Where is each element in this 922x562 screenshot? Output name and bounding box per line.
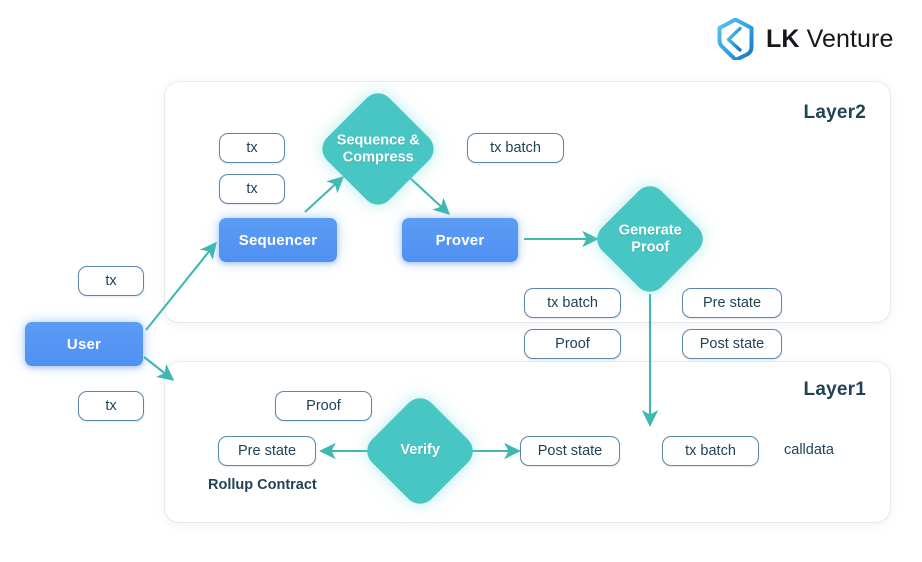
label-calldata: calldata bbox=[784, 442, 834, 458]
chip-tx-batch-top[interactable]: tx batch bbox=[467, 133, 564, 163]
chip-tx-bottom[interactable]: tx bbox=[219, 174, 285, 204]
brand-logo: LK Venture bbox=[716, 17, 893, 61]
chip-tx-batch-layer1[interactable]: tx batch bbox=[662, 436, 759, 466]
chip-tx-top[interactable]: tx bbox=[219, 133, 285, 163]
lk-hexagon-logo-icon bbox=[717, 18, 754, 60]
brand-name-light: Venture bbox=[806, 24, 894, 53]
node-generate-proof-label: Generate Proof bbox=[618, 221, 682, 255]
node-prover[interactable]: Prover bbox=[402, 218, 518, 262]
chip-tx-upper[interactable]: tx bbox=[78, 266, 144, 296]
chip-tx-lower[interactable]: tx bbox=[78, 391, 144, 421]
brand-name: LK Venture bbox=[766, 24, 894, 53]
diagram-canvas: LK Venture Layer2 Layer1 tx User tx tx t… bbox=[0, 0, 922, 562]
chip-pre-state-layer1[interactable]: Pre state bbox=[218, 436, 316, 466]
chip-post-state-straddle[interactable]: Post state bbox=[682, 329, 782, 359]
node-user[interactable]: User bbox=[25, 322, 143, 366]
node-sequencer[interactable]: Sequencer bbox=[219, 218, 337, 262]
node-verify-label: Verify bbox=[400, 442, 440, 459]
chip-pre-state-layer2[interactable]: Pre state bbox=[682, 288, 782, 318]
layer2-title: Layer2 bbox=[803, 102, 866, 123]
chip-post-state-layer1[interactable]: Post state bbox=[520, 436, 620, 466]
brand-name-bold: LK bbox=[766, 24, 800, 53]
chip-proof-straddle[interactable]: Proof bbox=[524, 329, 621, 359]
label-rollup-contract: Rollup Contract bbox=[208, 477, 317, 493]
chip-proof-layer1[interactable]: Proof bbox=[275, 391, 372, 421]
node-sequence-compress-label: Sequence & Compress bbox=[336, 131, 420, 165]
chip-tx-batch-mid[interactable]: tx batch bbox=[524, 288, 621, 318]
layer1-title: Layer1 bbox=[803, 379, 866, 400]
